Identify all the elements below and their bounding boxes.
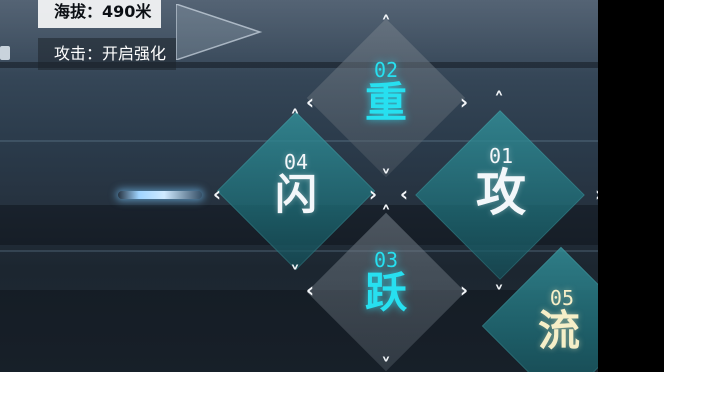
chevron-down-icon: ˅ xyxy=(494,282,504,306)
skill-02[interactable]: 02 重 xyxy=(362,60,410,126)
skill-char: 跃 xyxy=(364,268,407,317)
chevron-right-icon: › xyxy=(459,90,469,114)
attack-status: 攻击：开启强化 xyxy=(38,38,177,70)
chevron-right-icon: › xyxy=(459,278,469,302)
skill-number: 05 xyxy=(549,286,574,310)
skill-char: 闪 xyxy=(274,170,317,219)
chevron-right-icon: › xyxy=(368,182,378,206)
light-strip xyxy=(118,191,202,199)
skill-number: 03 xyxy=(373,248,399,272)
chevron-up-icon: ˄ xyxy=(290,106,300,130)
skill-char: 重 xyxy=(364,78,407,127)
chevron-up-icon: ˄ xyxy=(381,202,391,226)
skill-04[interactable]: 04 闪 xyxy=(272,152,320,218)
pointer-arrow-icon xyxy=(176,4,263,60)
altitude-value: 490米 xyxy=(102,2,152,21)
chevron-left-icon: ‹ xyxy=(212,182,222,206)
skill-number: 04 xyxy=(283,150,309,174)
chevron-up-icon: ˄ xyxy=(494,88,504,112)
skill-char: 流 xyxy=(537,306,580,355)
skill-03[interactable]: 03 跃 xyxy=(362,250,410,316)
skill-char: 攻 xyxy=(476,164,526,222)
game-scene: 海拔：490米 攻击：开启强化 02 重 04 闪 01 攻 03 跃 05 流… xyxy=(0,0,664,372)
skill-05[interactable]: 05 流 xyxy=(530,288,580,354)
chevron-left-icon: ‹ xyxy=(305,278,315,302)
altitude-label: 海拔： xyxy=(54,2,103,21)
edge-icon xyxy=(0,46,10,60)
chevron-up-icon: ˄ xyxy=(381,12,391,36)
skill-01[interactable]: 01 攻 xyxy=(473,146,529,220)
skill-number: 02 xyxy=(373,58,399,82)
letterbox-bar xyxy=(598,0,664,372)
altitude-readout: 海拔：490米 xyxy=(38,0,162,28)
skill-number: 01 xyxy=(488,144,514,168)
chevron-down-icon: ˅ xyxy=(381,354,391,372)
chevron-left-icon: ‹ xyxy=(399,182,409,206)
